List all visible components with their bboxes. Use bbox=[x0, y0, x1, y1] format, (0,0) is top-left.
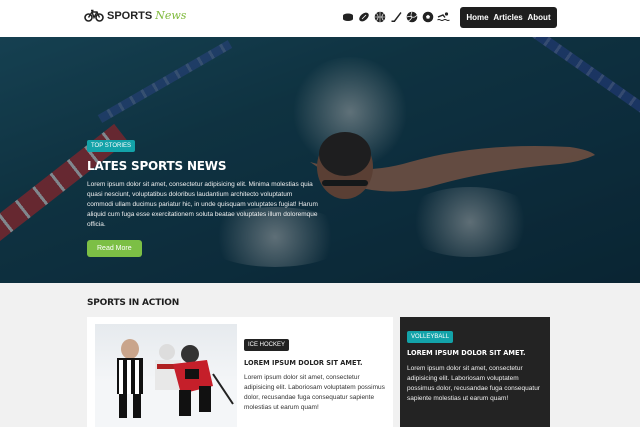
basketball-icon[interactable] bbox=[373, 10, 386, 23]
article-title[interactable]: LOREM IPSUM DOLOR SIT AMET. bbox=[244, 359, 389, 367]
article-card-dark[interactable]: VOLLEYBALL LOREM IPSUM DOLOR SIT AMET. L… bbox=[400, 317, 550, 427]
hero-text: Lorem ipsum dolor sit amet, consectetur … bbox=[87, 181, 318, 228]
read-more-button[interactable]: Read More bbox=[87, 240, 142, 257]
swimming-icon[interactable] bbox=[437, 10, 450, 23]
volleyball-badge[interactable]: VOLLEYBALL bbox=[407, 331, 454, 343]
nav-home[interactable]: Home bbox=[466, 13, 488, 22]
site-header: SPORTS News Home Articles About bbox=[0, 0, 640, 37]
article-text: Lorem ipsum dolor sit amet, consectetur … bbox=[407, 365, 540, 402]
article-text: Lorem ipsum dolor sit amet, consectetur … bbox=[244, 374, 385, 411]
bicycle-icon bbox=[84, 9, 104, 22]
soccer-ball-icon[interactable] bbox=[421, 10, 434, 23]
top-stories-badge[interactable]: TOP STORIES bbox=[87, 140, 136, 152]
ice-hockey-image bbox=[95, 324, 237, 427]
article-title[interactable]: LOREM IPSUM DOLOR SIT AMET. bbox=[407, 349, 547, 357]
football-icon[interactable] bbox=[357, 10, 370, 23]
hero-title: LATES SPORTS NEWS bbox=[87, 159, 227, 173]
main-nav: Home Articles About bbox=[460, 7, 557, 28]
volleyball-icon[interactable] bbox=[405, 10, 418, 23]
article-card-body: VOLLEYBALL LOREM IPSUM DOLOR SIT AMET. L… bbox=[407, 325, 547, 404]
nav-articles[interactable]: Articles bbox=[493, 13, 522, 22]
logo-text: SPORTS bbox=[107, 9, 153, 22]
hero-content: TOP STORIES LATES SPORTS NEWS Lorem ipsu… bbox=[87, 134, 319, 257]
hero-banner: TOP STORIES LATES SPORTS NEWS Lorem ipsu… bbox=[0, 37, 640, 283]
sport-icons bbox=[341, 10, 450, 23]
ice-hockey-badge[interactable]: ICE HOCKEY bbox=[244, 339, 290, 351]
section-title: SPORTS IN ACTION bbox=[87, 298, 180, 308]
logo[interactable]: SPORTS News bbox=[84, 9, 186, 22]
hockey-stick-icon[interactable] bbox=[389, 10, 402, 23]
logo-script-text: News bbox=[155, 9, 187, 22]
nav-about[interactable]: About bbox=[528, 13, 551, 22]
hockey-puck-icon[interactable] bbox=[341, 10, 354, 23]
article-card-body: ICE HOCKEY LOREM IPSUM DOLOR SIT AMET. L… bbox=[244, 333, 389, 413]
article-card[interactable]: ICE HOCKEY LOREM IPSUM DOLOR SIT AMET. L… bbox=[87, 317, 393, 427]
